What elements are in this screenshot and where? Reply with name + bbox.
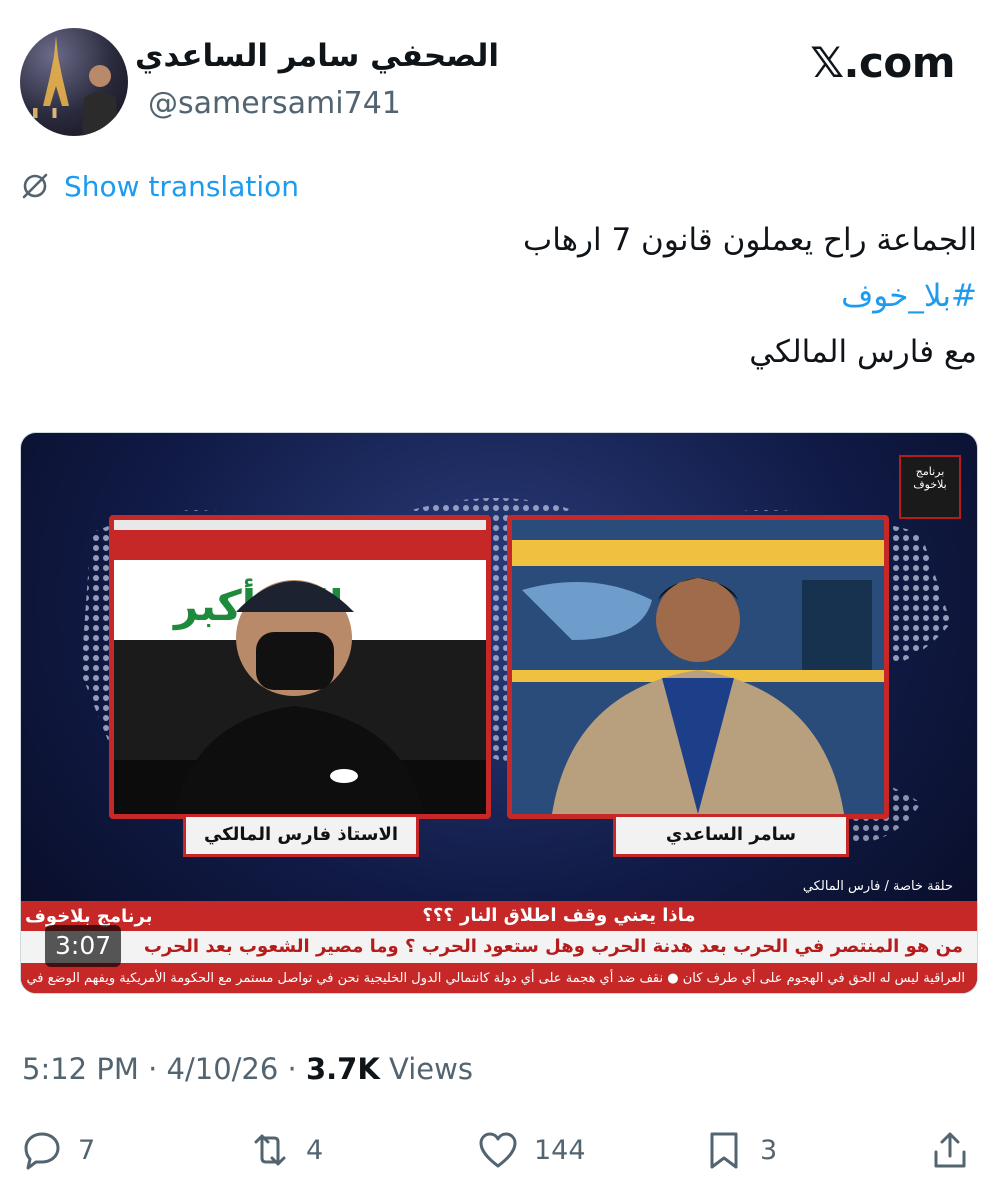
action-bar: 7 4 144 3 — [0, 1122, 999, 1178]
video-duration-badge: 3:07 — [45, 925, 122, 967]
like-count: 144 — [534, 1134, 586, 1166]
tweet-text-line-1: الجماعة راح يعملون قانون 7 ارهاب — [523, 222, 977, 258]
episode-label: حلقة خاصة / فارس المالكي — [802, 879, 953, 894]
eiffel-tower-graphic — [43, 36, 69, 106]
meta-separator: · — [148, 1052, 158, 1086]
meta-separator: · — [287, 1052, 297, 1086]
show-translation-label: Show translation — [64, 169, 300, 203]
guest-video-panel: الله أكبر — [109, 515, 491, 819]
repost-count: 4 — [306, 1134, 324, 1166]
show-logo: برنامج بلاخوف — [25, 906, 153, 927]
host-scene — [512, 520, 884, 814]
news-crawl: العراقية ليس له الحق في الهجوم على أي طر… — [21, 963, 977, 993]
guest-scene: الله أكبر — [114, 520, 486, 814]
author-display-name[interactable]: الصحفي سامر الساعدي — [135, 38, 499, 74]
tweet-time[interactable]: 5:12 PM — [22, 1052, 139, 1086]
reply-button[interactable]: 7 — [20, 1122, 95, 1178]
tweet-date[interactable]: 4/10/26 — [167, 1052, 279, 1086]
show-translation-link[interactable]: Show translation — [20, 168, 299, 204]
subheadline-ticker: من هو المنتصر في الحرب بعد هدنة الحرب وه… — [21, 931, 977, 963]
avatar[interactable] — [20, 28, 128, 136]
share-icon — [934, 1132, 966, 1168]
host-nameplate: سامر الساعدي — [613, 817, 849, 857]
reply-icon — [24, 1132, 60, 1170]
heart-icon — [479, 1132, 517, 1168]
video-player[interactable]: برنامج بلاخوف الله أكبر ا — [20, 432, 978, 994]
globe-slash-icon — [22, 173, 48, 199]
views-label: Views — [389, 1052, 473, 1086]
views-count: 3.7K — [305, 1052, 380, 1086]
share-button[interactable] — [928, 1122, 986, 1178]
channel-logo: برنامج بلاخوف — [899, 455, 961, 519]
reply-count: 7 — [78, 1134, 96, 1166]
headline-ticker: ماذا يعني وقف اطلاق النار ؟؟؟ — [21, 901, 977, 931]
guest-nameplate: الاستاذ فارس المالكي — [183, 817, 419, 857]
x-logo: 𝕏.com — [810, 38, 955, 87]
repost-icon — [254, 1134, 286, 1166]
repost-button[interactable]: 4 — [248, 1122, 323, 1178]
tweet-text-line-3: مع فارس المالكي — [749, 334, 977, 370]
bookmark-icon — [710, 1132, 738, 1169]
hashtag-link[interactable]: #بلا_خوف — [841, 278, 977, 314]
bookmark-count: 3 — [760, 1134, 778, 1166]
author-handle[interactable]: @samersami741 — [148, 86, 401, 121]
bookmark-button[interactable]: 3 — [702, 1122, 777, 1178]
like-button[interactable]: 144 — [476, 1122, 586, 1178]
host-video-panel — [507, 515, 889, 819]
person-silhouette — [82, 65, 118, 136]
tweet-meta: 5:12 PM · 4/10/26 · 3.7K Views — [22, 1052, 473, 1086]
